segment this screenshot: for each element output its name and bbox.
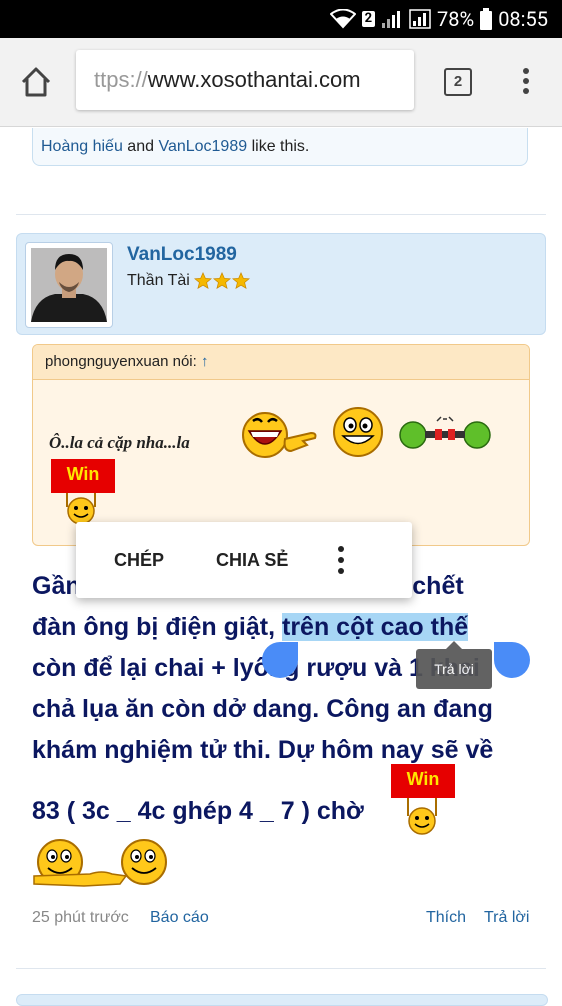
- next-user-panel: [16, 994, 548, 1006]
- post-line: khám nghiệm tử thi. Dự hôm nay sẽ về: [32, 736, 494, 764]
- quote-jump-link[interactable]: ↑: [201, 353, 209, 370]
- green-smileys-icon: [399, 416, 491, 449]
- post-timestamp: 25 phút trước: [32, 909, 129, 926]
- menu-button[interactable]: [516, 66, 536, 96]
- star-icon: [193, 272, 212, 289]
- signal-icon: [409, 9, 431, 29]
- clock: 08:55: [498, 7, 548, 31]
- tab-switcher-button[interactable]: 2: [444, 68, 472, 96]
- star-icon: [231, 272, 250, 289]
- url-scheme: ttps://: [94, 67, 148, 92]
- home-button[interactable]: [18, 64, 54, 100]
- selection-handle-start[interactable]: [262, 642, 298, 678]
- user-title: Thần Tài: [127, 272, 250, 290]
- likes-connector: and: [127, 138, 154, 155]
- smiley-icon: [407, 798, 437, 835]
- post-username[interactable]: VanLoc1989: [127, 244, 237, 266]
- like-user-link[interactable]: Hoàng hiếu: [41, 138, 123, 155]
- prediction-line: 83 ( 3c _ 4c ghép 4 _ 7 ) chờ: [32, 797, 364, 825]
- user-title-text: Thần Tài: [127, 272, 190, 289]
- reply-tooltip: Trả lời: [416, 641, 492, 689]
- like-link[interactable]: Thích: [426, 909, 466, 927]
- quote-author: phongnguyenxuan nói:: [45, 353, 197, 370]
- home-icon: [21, 67, 51, 97]
- more-options-button[interactable]: [336, 545, 346, 575]
- signal-icon: [382, 11, 401, 28]
- browser-toolbar: ttps://www.xosothantai.com 2: [0, 38, 562, 127]
- battery-icon: [480, 8, 493, 30]
- user-rank-stars: [193, 272, 250, 290]
- more-vert-icon: [338, 546, 345, 574]
- share-button[interactable]: CHIA SẺ: [216, 550, 288, 571]
- post-line: chả lụa ăn còn dở dang. Công an đang: [32, 695, 493, 723]
- battery-percent: 78%: [437, 7, 475, 31]
- laughing-smiley-icon: [242, 412, 317, 458]
- win-sign: Win: [391, 764, 455, 798]
- url-host: www.xosothantai.com: [147, 67, 361, 92]
- user-info-panel: VanLoc1989 Thần Tài: [16, 233, 546, 335]
- sim-badge: 2: [361, 11, 376, 27]
- copy-button[interactable]: CHÉP: [114, 550, 164, 571]
- like-user-link[interactable]: VanLoc1989: [158, 138, 247, 155]
- win-sign: Win: [51, 459, 115, 493]
- post-text-fragment: đàn ông bị điện giật,: [32, 613, 276, 641]
- more-vert-icon: [523, 68, 529, 94]
- quote-header: phongnguyenxuan nói: ↑: [33, 345, 529, 380]
- text-selection-menu: CHÉP CHIA SẺ: [76, 522, 412, 598]
- url-bar[interactable]: ttps://www.xosothantai.com: [76, 50, 414, 110]
- post-divider: [16, 214, 546, 215]
- smiley-icon: [66, 493, 96, 525]
- report-link[interactable]: Báo cáo: [150, 909, 209, 927]
- post-divider: [16, 968, 546, 969]
- likes-suffix: like this.: [251, 138, 310, 155]
- post-text-fragment: còn để lại chai + ly: [32, 654, 254, 682]
- reply-link[interactable]: Trả lời: [484, 909, 529, 927]
- avatar-frame[interactable]: [25, 242, 113, 328]
- status-bar: 2 78% 08:55: [0, 0, 562, 38]
- post-text-fragment: Gần: [32, 572, 81, 600]
- quote-text: Ô..la cả cặp nha...la: [49, 433, 190, 452]
- avatar: [31, 248, 107, 322]
- likes-summary: Hoàng hiếu and VanLoc1989 like this.: [32, 128, 528, 166]
- handshake-smileys-icon: [33, 839, 167, 887]
- wifi-icon: [329, 9, 356, 29]
- quote-block: phongnguyenxuan nói: ↑ Ô..la cả cặp nha.…: [32, 344, 530, 546]
- selection-handle-end[interactable]: [494, 642, 530, 678]
- grinning-smiley-icon: [333, 407, 383, 457]
- star-icon: [212, 272, 231, 289]
- selected-text[interactable]: trên cột cao thế: [282, 613, 469, 641]
